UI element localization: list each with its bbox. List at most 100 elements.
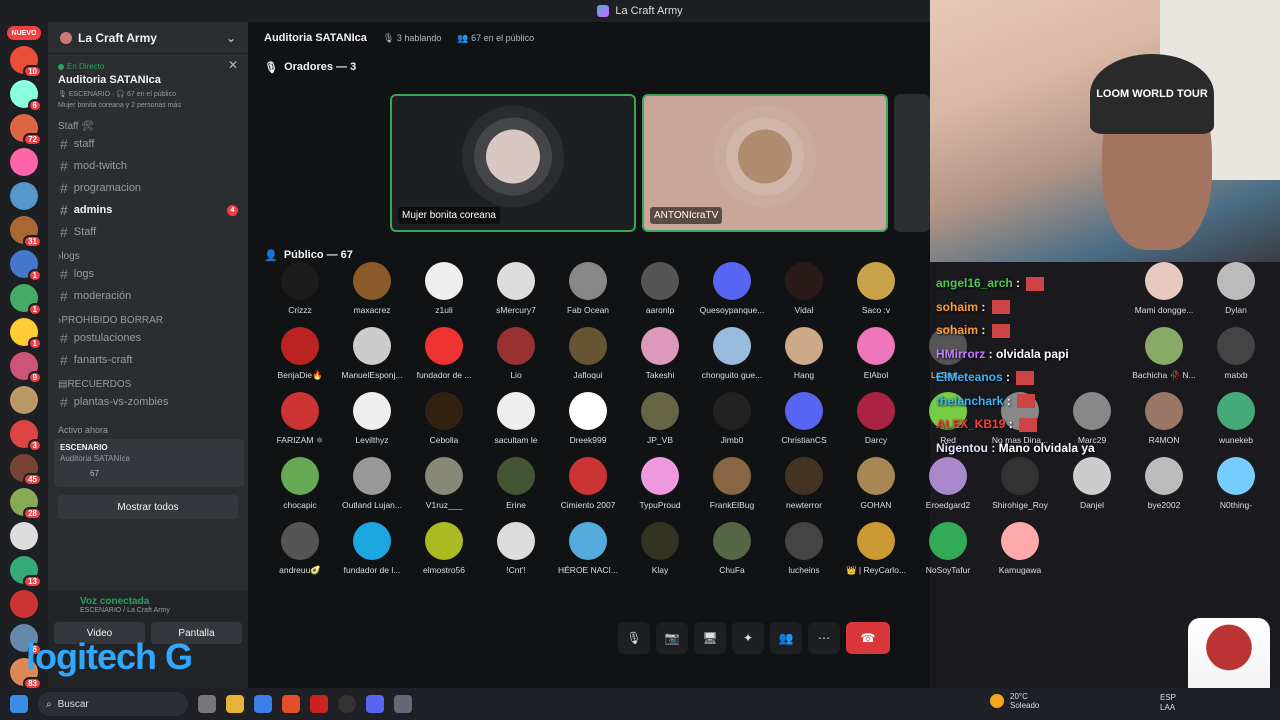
channel-Staff[interactable]: # Staff	[48, 221, 248, 243]
chevron-down-icon[interactable]: ⌄	[226, 31, 236, 45]
app-icon[interactable]	[310, 695, 328, 713]
leave-icon[interactable]: ☎	[846, 622, 890, 654]
server-icon[interactable]	[10, 590, 38, 618]
live-stage-card[interactable]: En Directo Auditoria SATANIca 🎙 ESCENARI…	[52, 58, 244, 113]
audience-member[interactable]: Kamugawa	[984, 522, 1056, 578]
audience-member[interactable]: N0thing-	[1200, 457, 1272, 513]
audience-member[interactable]: Darcy	[840, 392, 912, 448]
stage-icon[interactable]: ✦	[732, 622, 764, 654]
audience-member[interactable]: Takeshi	[624, 327, 696, 383]
channel-plantas-vs-zombies[interactable]: # plantas-vs-zombies	[48, 391, 248, 413]
audience-member[interactable]: Dylan	[1200, 262, 1272, 318]
category-logs[interactable]: › logs	[48, 249, 248, 263]
audience-member[interactable]: newterror	[768, 457, 840, 513]
category-recuerdos[interactable]: ▤ RECUERDOS	[48, 377, 248, 391]
weather-widget[interactable]: 20°C Soleado	[990, 692, 1039, 710]
server-icon[interactable]: 45	[10, 454, 42, 486]
audience-member[interactable]: Crizzz	[264, 262, 336, 318]
server-icon[interactable]: 28	[10, 488, 42, 520]
audience-member[interactable]: Klay	[624, 522, 696, 578]
audience-member[interactable]: GOHAN	[840, 457, 912, 513]
server-icon[interactable]: 10	[10, 46, 42, 78]
cam-icon[interactable]: 📷	[656, 622, 688, 654]
server-icon[interactable]: 3	[10, 420, 42, 452]
obs-icon[interactable]	[338, 695, 356, 713]
channel-mod-twitch[interactable]: # mod-twitch	[48, 155, 248, 177]
audience-member[interactable]: Hang	[768, 327, 840, 383]
server-icon[interactable]: 1	[10, 318, 42, 350]
server-icon[interactable]	[10, 148, 38, 176]
audience-member[interactable]: Jafloqui	[552, 327, 624, 383]
speaker-tile-partial[interactable]	[894, 94, 930, 232]
server-icon[interactable]: 1	[10, 250, 42, 282]
audience-member[interactable]: Lio	[480, 327, 552, 383]
audience-member[interactable]: Vidal	[768, 262, 840, 318]
audience-member[interactable]: HÉROE NACI...	[552, 522, 624, 578]
discord-icon[interactable]	[366, 695, 384, 713]
audience-member[interactable]: wunekeb	[1200, 392, 1272, 448]
audience-member[interactable]: FARIZAM ⚛	[264, 392, 336, 448]
channel-postulaciones[interactable]: # postulaciones	[48, 327, 248, 349]
audience-member[interactable]: Cebolla	[408, 392, 480, 448]
audience-member[interactable]: !Cnt'!	[480, 522, 552, 578]
screen-icon[interactable]: 🖥	[694, 622, 726, 654]
audience-member[interactable]: ManuelEsponj...	[336, 327, 408, 383]
audience-member[interactable]: Erine	[480, 457, 552, 513]
server-icon[interactable]	[10, 182, 38, 210]
channel-admins[interactable]: # admins 4	[48, 199, 248, 221]
channel-moderación[interactable]: # moderación	[48, 285, 248, 307]
audience-member[interactable]: Fab Ocean	[552, 262, 624, 318]
server-icon[interactable]: 6	[10, 80, 42, 112]
more-icon[interactable]: ⋯	[808, 622, 840, 654]
audience-member[interactable]: sacultam le	[480, 392, 552, 448]
channel-fanarts-craft[interactable]: # fanarts-craft	[48, 349, 248, 371]
server-icon[interactable]: 9	[10, 352, 42, 384]
audience-member[interactable]: Levilthyz	[336, 392, 408, 448]
task-view-icon[interactable]	[198, 695, 216, 713]
audience-member[interactable]: aaronlp	[624, 262, 696, 318]
audience-member[interactable]: fundador de l...	[336, 522, 408, 578]
category-staff[interactable]: Staff 🛠	[48, 119, 248, 133]
speaker-tile[interactable]: Mujer bonita coreana	[390, 94, 636, 232]
audience-member[interactable]: Jimb0	[696, 392, 768, 448]
channel-programacion[interactable]: # programacion	[48, 177, 248, 199]
server-icon[interactable]	[10, 522, 38, 550]
audience-member[interactable]: Eroedgard2	[912, 457, 984, 513]
system-tray[interactable]: ESP LAA	[1160, 693, 1176, 713]
channel-staff[interactable]: # staff	[48, 133, 248, 155]
audience-member[interactable]: Quesoypanque...	[696, 262, 768, 318]
audience-member[interactable]: chonguito gue...	[696, 327, 768, 383]
audience-member[interactable]: matxb	[1200, 327, 1272, 383]
show-all-button[interactable]: Mostrar todos	[58, 495, 238, 519]
audience-member[interactable]: fundador de ...	[408, 327, 480, 383]
active-stage-row[interactable]: ESCENARIO Auditoria SATANIca 67	[54, 439, 244, 487]
audience-member[interactable]: sMercury7	[480, 262, 552, 318]
mic-icon[interactable]: 🎙	[618, 622, 650, 654]
file-explorer-icon[interactable]	[226, 695, 244, 713]
audience-member[interactable]: Saco :v	[840, 262, 912, 318]
speaker-tile[interactable]: ANTONIcraTV	[642, 94, 888, 232]
server-icon[interactable]	[10, 386, 38, 414]
taskbar-search[interactable]: ⌕ Buscar	[38, 692, 188, 716]
audience-member[interactable]: andreuu🥑	[264, 522, 336, 578]
audience-member[interactable]: chocapic	[264, 457, 336, 513]
server-list[interactable]: NUEVO 10 6 72 31 1 1 1 9 3 45 28 13 6 83	[0, 22, 48, 688]
audience-member[interactable]: bye2002	[1128, 457, 1200, 513]
audience-member[interactable]: ElAbol	[840, 327, 912, 383]
channel-logs[interactable]: # logs	[48, 263, 248, 285]
settings-icon[interactable]	[394, 695, 412, 713]
store-icon[interactable]	[254, 695, 272, 713]
audience-member[interactable]: lucheins	[768, 522, 840, 578]
server-icon[interactable]: 13	[10, 556, 42, 588]
guild-header[interactable]: La Craft Army ⌄	[48, 22, 248, 54]
audience-member[interactable]: Danjel	[1056, 457, 1128, 513]
audience-member[interactable]: JP_VB	[624, 392, 696, 448]
audience-member[interactable]: V1ruz___	[408, 457, 480, 513]
windows-start-icon[interactable]	[10, 695, 28, 713]
audience-member[interactable]: Shirohige_Roy	[984, 457, 1056, 513]
audience-member[interactable]: ChristianCS	[768, 392, 840, 448]
server-icon[interactable]: 1	[10, 284, 42, 316]
server-icon[interactable]: 31	[10, 216, 42, 248]
audience-member[interactable]: elmostro56	[408, 522, 480, 578]
audience-member[interactable]: ChuFa	[696, 522, 768, 578]
